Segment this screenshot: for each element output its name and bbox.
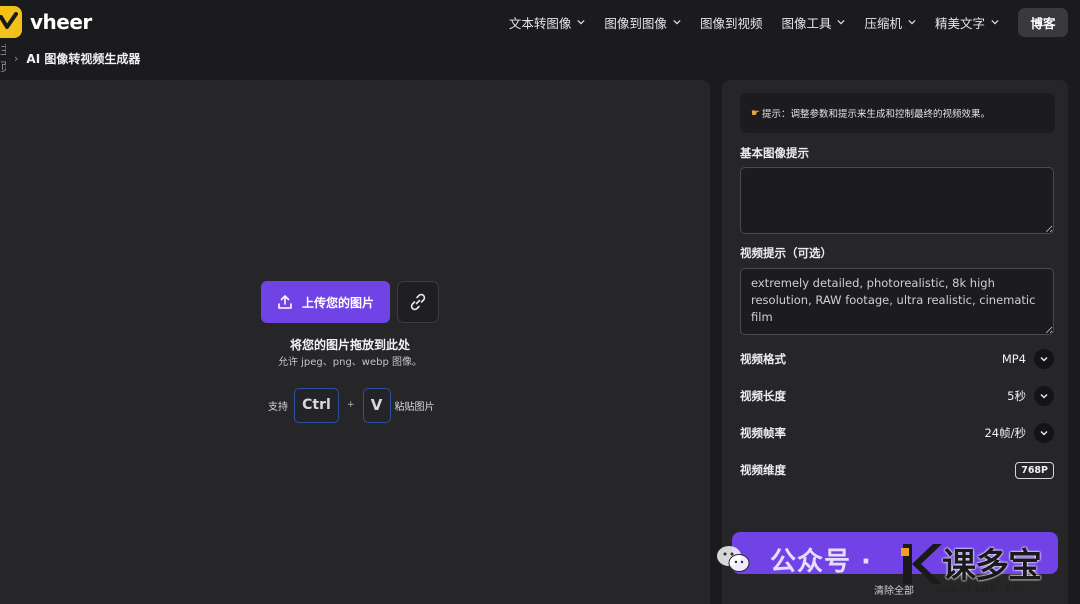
tip-text: 提示：调整参数和提示来生成和控制最终的视频效果。	[761, 109, 990, 120]
nav-item-label: 精美文字	[934, 15, 985, 31]
image-url-button[interactable]	[397, 281, 439, 323]
ctrl-key-icon: Ctrl	[294, 387, 339, 423]
breadcrumb: 主页 › AI 图像转视频生成器	[0, 43, 141, 74]
clear-all-link[interactable]: 清除全部	[874, 582, 914, 597]
nav-item-image-tools[interactable]: 图像工具	[781, 13, 846, 32]
chevron-down-icon	[577, 19, 586, 25]
pointing-hand-icon: ☛	[751, 107, 760, 119]
paste-suffix: 粘贴图片	[394, 401, 435, 413]
video-length-label: 视频长度	[740, 389, 786, 403]
nav-item-compressor[interactable]: 压缩机	[864, 13, 916, 32]
chevron-down-icon[interactable]	[1034, 349, 1054, 369]
main-nav: 文本转图像 图像到图像 图像到视频 图像工具 压缩机 精美文字 博客	[509, 0, 1080, 44]
video-length-value: 5秒	[1007, 389, 1026, 403]
settings-panel: ☛ 提示：调整参数和提示来生成和控制最终的视频效果。 基本图像提示 视频提示（可…	[722, 80, 1068, 604]
nav-item-text-to-image[interactable]: 文本转图像	[509, 13, 586, 32]
video-resolution-label: 视频维度	[740, 463, 786, 477]
chevron-down-icon	[908, 19, 916, 25]
upload-panel[interactable]: 上传您的图片 将您的图片拖放到此处 允许 jpeg、png、webp 图像。 支…	[0, 80, 710, 604]
video-prompt-input[interactable]: extremely detailed, photorealistic, 8k h…	[740, 268, 1054, 335]
drop-zone-subtitle: 允许 jpeg、png、webp 图像。	[277, 357, 423, 368]
breadcrumb-current: AI 图像转视频生成器	[26, 51, 141, 66]
chevron-down-icon	[991, 19, 999, 25]
nav-item-label: 图像到视频	[699, 15, 763, 31]
video-fps-row[interactable]: 视频帧率 24帧/秒	[740, 422, 1054, 444]
brand-name: vheer	[30, 10, 92, 34]
video-fps-label: 视频帧率	[740, 426, 786, 440]
upload-image-button[interactable]: 上传您的图片	[261, 281, 390, 323]
video-fps-value: 24帧/秒	[984, 426, 1026, 440]
brand-logo[interactable]: vheer	[0, 6, 92, 38]
top-header: vheer 文本转图像 图像到图像 图像到视频 图像工具 压缩机 精美文字 博客	[0, 0, 1080, 44]
base-prompt-label: 基本图像提示	[740, 146, 809, 160]
chevron-down-icon[interactable]	[1034, 386, 1054, 406]
nav-item-label: 图像到图像	[604, 15, 667, 31]
paste-prefix: 支持	[268, 401, 288, 413]
v-key-icon: V	[362, 387, 391, 423]
upload-button-label: 上传您的图片	[301, 295, 374, 310]
drop-zone-title: 将您的图片拖放到此处	[289, 338, 410, 352]
video-format-label: 视频格式	[740, 352, 786, 366]
upload-icon	[278, 295, 292, 309]
breadcrumb-home-link[interactable]: 主页	[0, 41, 6, 75]
nav-item-fancy-text[interactable]: 精美文字	[935, 13, 999, 32]
nav-item-image-to-video[interactable]: 图像到视频	[700, 13, 763, 32]
nav-item-label: 图像工具	[781, 15, 832, 31]
video-length-row[interactable]: 视频长度 5秒	[740, 385, 1054, 407]
generate-button[interactable]	[732, 532, 1058, 574]
resolution-badge[interactable]: 768P	[1015, 461, 1054, 479]
nav-item-label: 压缩机	[864, 15, 902, 31]
blog-button[interactable]: 博客	[1018, 7, 1068, 37]
logo-mark-icon	[0, 6, 22, 38]
paste-hint: 支持 Ctrl + V 粘贴图片	[268, 387, 435, 423]
chevron-down-icon	[673, 19, 681, 25]
plus-sign: +	[347, 400, 355, 410]
link-icon	[410, 293, 426, 311]
base-prompt-input[interactable]	[740, 167, 1054, 234]
video-resolution-row[interactable]: 视频维度 768P	[740, 459, 1054, 481]
video-prompt-label: 视频提示（可选）	[740, 246, 832, 260]
chevron-down-icon[interactable]	[1034, 423, 1054, 443]
tip-box: ☛ 提示：调整参数和提示来生成和控制最终的视频效果。	[740, 93, 1055, 133]
breadcrumb-separator-icon: ›	[14, 51, 19, 65]
video-format-value: MP4	[1001, 352, 1026, 366]
nav-item-image-to-image[interactable]: 图像到图像	[604, 13, 681, 32]
video-format-row[interactable]: 视频格式 MP4	[740, 348, 1054, 370]
chevron-down-icon	[837, 19, 846, 25]
nav-item-label: 文本转图像	[508, 15, 572, 31]
